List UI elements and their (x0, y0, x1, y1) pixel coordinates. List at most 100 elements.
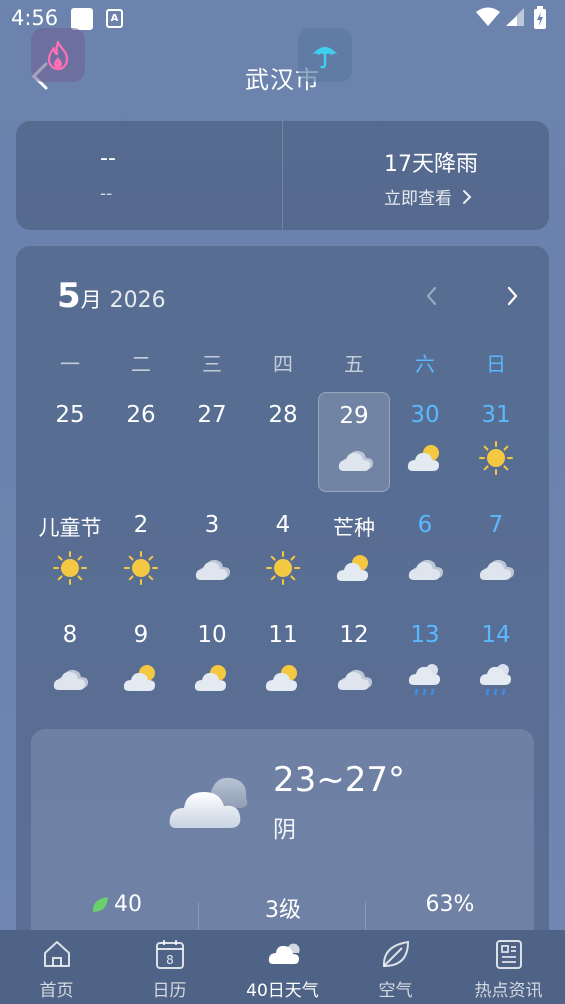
bottom-navigation: 首页 8 日历 40日天气 空气 热点资讯 (0, 930, 565, 1004)
fire-icon (47, 40, 69, 71)
cloudy-icon (407, 550, 443, 586)
calendar-day[interactable]: 10 (176, 616, 248, 716)
month-suffix: 月 (80, 288, 102, 312)
partly-cloudy-icon (265, 660, 301, 696)
calendar-day[interactable]: 8 (34, 616, 106, 716)
rain-view-link-label: 立即查看 (384, 189, 452, 209)
day-label: 2 (133, 512, 149, 538)
weekday-label: 三 (202, 352, 222, 376)
fire-value: -- (100, 146, 116, 171)
partly-cloudy-icon (407, 440, 443, 476)
card-divider (282, 121, 283, 230)
calendar-day[interactable]: 26 (105, 396, 177, 496)
home-icon (44, 941, 70, 967)
partly-cloudy-icon (336, 550, 372, 586)
day-label: 芒种 (333, 516, 375, 540)
next-month-button[interactable] (500, 283, 524, 309)
notification-a-icon: A (106, 9, 123, 28)
day-label: 3 (204, 512, 220, 538)
day-label: 25 (55, 402, 85, 428)
calendar-day[interactable]: 芒种 (318, 506, 390, 606)
nav-home-label: 首页 (39, 981, 74, 1001)
nav-calendar[interactable]: 8 日历 (113, 930, 226, 1004)
stat-divider (365, 902, 366, 930)
day-label: 30 (410, 402, 440, 428)
day-label: 12 (339, 622, 369, 648)
nav-calendar-label: 日历 (152, 981, 187, 1001)
calendar-day[interactable]: 2 (105, 506, 177, 606)
humidity-stat: 63% (425, 892, 475, 917)
sunny-icon (123, 550, 159, 586)
stat-divider (198, 902, 199, 930)
rain-days-title: 17天降雨 (384, 152, 478, 177)
wind-stat: 3级 (265, 898, 301, 923)
cloudy-icon (336, 660, 372, 696)
calendar-day[interactable]: 31 (460, 396, 532, 496)
prev-month-button[interactable] (420, 283, 444, 309)
nav-40day-label: 40日天气 (246, 981, 319, 1001)
calendar-day[interactable]: 4 (247, 506, 319, 606)
weather-condition: 阴 (273, 817, 296, 843)
day-label: 29 (339, 403, 369, 429)
weekday-label: 日 (486, 352, 506, 376)
cloudy-large-icon (169, 777, 248, 828)
calendar-day[interactable]: 30 (389, 396, 461, 496)
month-number: 5 (57, 276, 81, 316)
nav-air[interactable]: 空气 (339, 930, 452, 1004)
day-label: 9 (133, 622, 149, 648)
calendar-day[interactable]: 14 (460, 616, 532, 716)
nav-news[interactable]: 热点资讯 (452, 930, 565, 1004)
day-label: 26 (126, 402, 156, 428)
fire-sub-value: -- (100, 184, 113, 204)
calendar-day[interactable]: 25 (34, 396, 106, 496)
day-label: 14 (481, 622, 511, 648)
calendar-day[interactable]: 6 (389, 506, 461, 606)
sunny-icon (265, 550, 301, 586)
calendar-day[interactable]: 12 (318, 616, 390, 716)
nav-air-label: 空气 (378, 981, 413, 1001)
rain-badge[interactable] (298, 28, 352, 82)
calendar-day[interactable]: 7 (460, 506, 532, 606)
sunny-icon (52, 550, 88, 586)
calendar-day-selected[interactable]: 29 (318, 392, 390, 492)
aqi-value: 40 (114, 892, 142, 917)
wifi-icon (476, 7, 500, 26)
rain-icon (407, 660, 443, 696)
day-label: 11 (268, 622, 298, 648)
temperature-range: 23~27° (273, 760, 406, 800)
news-icon (496, 940, 522, 969)
chevron-left-icon (426, 286, 437, 306)
year-number: 2026 (109, 288, 166, 313)
status-time: 4:56 (11, 6, 59, 30)
calendar-day[interactable]: 儿童节 (34, 506, 106, 606)
chevron-right-icon (463, 190, 472, 204)
weekday-label: 一 (60, 352, 80, 376)
aqi-stat: 40 (36, 892, 196, 917)
calendar-day[interactable]: 28 (247, 396, 319, 496)
weekday-label: 二 (131, 352, 151, 376)
cloudy-icon (478, 550, 514, 586)
sunny-icon (478, 440, 514, 476)
day-label: 13 (410, 622, 440, 648)
day-label: 儿童节 (38, 516, 102, 540)
nav-home[interactable]: 首页 (0, 930, 113, 1004)
calendar-day[interactable]: 13 (389, 616, 461, 716)
weekday-label: 四 (273, 352, 293, 376)
calendar-day[interactable]: 9 (105, 616, 177, 716)
calendar-day[interactable]: 11 (247, 616, 319, 716)
rain-view-link[interactable]: 立即查看 (384, 184, 473, 209)
partly-cloudy-icon (123, 660, 159, 696)
cloud-icon (268, 943, 300, 964)
partly-cloudy-icon (194, 660, 230, 696)
calendar-day[interactable]: 3 (176, 506, 248, 606)
cloudy-icon (52, 660, 88, 696)
day-label: 4 (275, 512, 291, 538)
calendar-badge: 8 (166, 953, 174, 967)
day-label: 27 (197, 402, 227, 428)
month-year-label: 5月 2026 (57, 276, 166, 316)
fire-badge[interactable] (31, 28, 85, 82)
leaf-icon (92, 897, 108, 912)
notification-square-icon (71, 8, 93, 30)
nav-40day-weather[interactable]: 40日天气 (226, 930, 339, 1004)
calendar-day[interactable]: 27 (176, 396, 248, 496)
